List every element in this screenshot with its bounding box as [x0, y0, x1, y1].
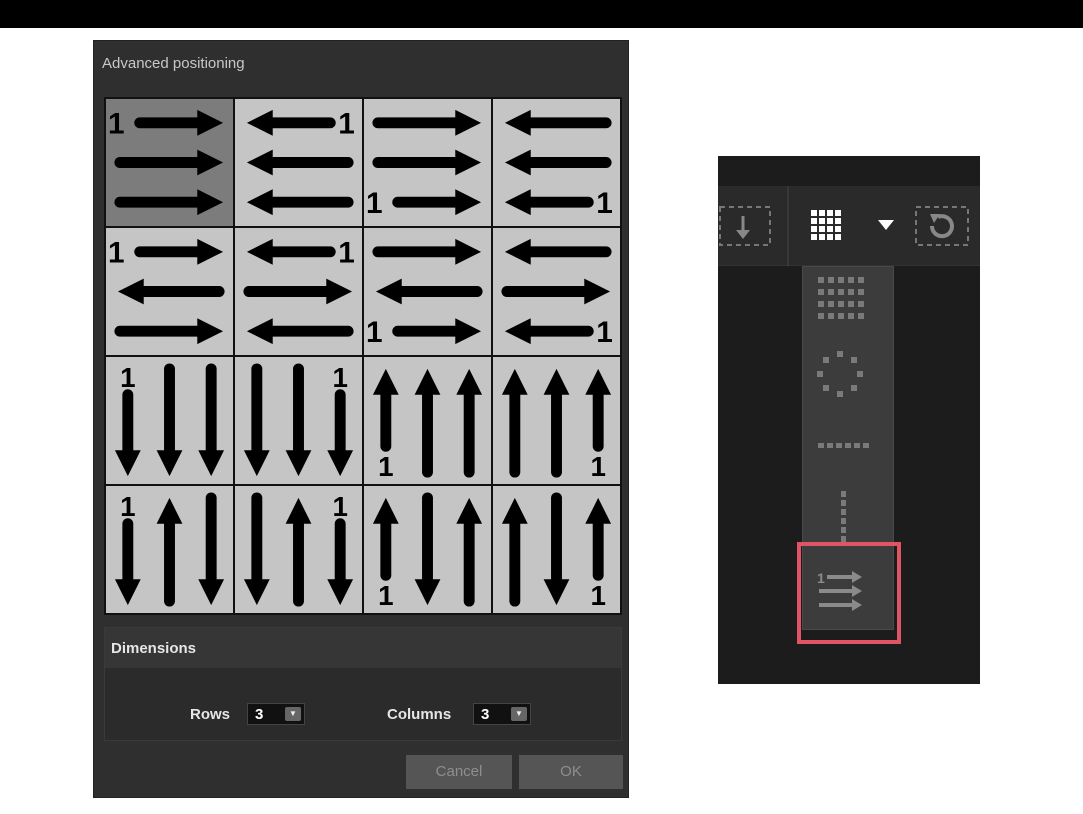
- svg-text:1: 1: [108, 237, 125, 270]
- columns-value: 3: [481, 706, 490, 723]
- highlight-box: [797, 542, 901, 644]
- chevron-down-icon[interactable]: ▼: [511, 707, 527, 721]
- ordering-arrows-icon: 1: [108, 237, 225, 345]
- svg-text:1: 1: [338, 108, 355, 141]
- ordering-pattern-grid: 1111111111111111: [104, 97, 622, 615]
- ordering-arrows-icon: 1: [243, 362, 354, 477]
- ordering-pattern-cell[interactable]: 1: [493, 228, 620, 355]
- ordering-arrows-icon: 1: [372, 368, 483, 482]
- ordering-pattern-cell[interactable]: 1: [106, 228, 233, 355]
- ok-button[interactable]: OK: [519, 755, 623, 789]
- ordering-arrows-icon: 1: [108, 108, 224, 216]
- svg-text:1: 1: [366, 187, 383, 220]
- svg-text:1: 1: [332, 362, 347, 393]
- ordering-arrows-icon: 1: [114, 362, 225, 477]
- ordering-pattern-cell[interactable]: 1: [364, 357, 491, 484]
- ordering-pattern-cell[interactable]: 1: [364, 99, 491, 226]
- ordering-pattern-cell[interactable]: 1: [493, 486, 620, 613]
- svg-text:1: 1: [120, 491, 135, 522]
- columns-select[interactable]: 3 ▼: [473, 703, 531, 725]
- ordering-pattern-cell[interactable]: 1: [106, 357, 233, 484]
- rows-select[interactable]: 3 ▼: [247, 703, 305, 725]
- ordering-pattern-cell[interactable]: 1: [235, 486, 362, 613]
- reset-icon[interactable]: [915, 206, 969, 246]
- top-black-bar: [0, 0, 1083, 28]
- grid-layout-icon[interactable]: [810, 209, 844, 243]
- ordering-arrows-icon: 1: [504, 109, 613, 220]
- ordering-pattern-cell[interactable]: 1: [106, 99, 233, 226]
- advanced-positioning-dialog: Advanced positioning 1111111111111111 Di…: [93, 40, 629, 798]
- svg-text:1: 1: [596, 316, 613, 349]
- ordering-pattern-cell[interactable]: 1: [493, 357, 620, 484]
- panel-toolbar: [718, 186, 980, 266]
- ordering-arrows-icon: 1: [243, 237, 355, 345]
- chevron-down-icon[interactable]: ▼: [285, 707, 301, 721]
- ordering-arrows-icon: 1: [114, 491, 225, 607]
- rows-value: 3: [255, 706, 264, 723]
- ordering-arrows-icon: 1: [366, 109, 482, 220]
- ordering-arrows-icon: 1: [366, 238, 483, 349]
- svg-text:1: 1: [596, 187, 613, 220]
- ordering-pattern-cell[interactable]: 1: [235, 228, 362, 355]
- download-icon[interactable]: [719, 206, 771, 246]
- line-horizontal-icon[interactable]: [818, 443, 869, 448]
- grid-layout-icon[interactable]: [818, 277, 864, 319]
- ordering-pattern-cell[interactable]: 1: [493, 99, 620, 226]
- ordering-pattern-cell[interactable]: 1: [364, 228, 491, 355]
- ordering-arrows-icon: 1: [372, 492, 483, 611]
- line-vertical-icon[interactable]: [841, 491, 846, 542]
- ordering-arrows-icon: 1: [501, 238, 613, 349]
- ordering-pattern-cell[interactable]: 1: [106, 486, 233, 613]
- svg-text:1: 1: [378, 451, 393, 482]
- svg-text:1: 1: [590, 580, 605, 611]
- svg-text:1: 1: [378, 580, 393, 611]
- cancel-button[interactable]: Cancel: [406, 755, 512, 789]
- dropdown-arrow-icon[interactable]: [878, 220, 894, 230]
- svg-text:1: 1: [108, 108, 125, 141]
- ordering-arrows-icon: 1: [243, 491, 354, 607]
- svg-text:1: 1: [590, 451, 605, 482]
- dimensions-header: Dimensions: [105, 628, 621, 668]
- columns-label: Columns: [387, 706, 452, 723]
- svg-text:1: 1: [332, 491, 347, 522]
- circle-layout-icon[interactable]: [817, 351, 863, 397]
- svg-text:1: 1: [338, 237, 355, 270]
- ordering-arrows-icon: 1: [501, 492, 612, 611]
- ordering-arrows-icon: 1: [246, 108, 355, 216]
- svg-text:1: 1: [120, 362, 135, 393]
- rows-label: Rows: [190, 706, 231, 723]
- svg-text:1: 1: [366, 316, 383, 349]
- ordering-pattern-cell[interactable]: 1: [235, 357, 362, 484]
- dialog-title: Advanced positioning: [102, 55, 245, 72]
- ordering-pattern-cell[interactable]: 1: [364, 486, 491, 613]
- dimensions-section: Dimensions Rows 3 ▼ Columns 3 ▼: [104, 627, 622, 741]
- ordering-arrows-icon: 1: [501, 368, 612, 482]
- ordering-pattern-cell[interactable]: 1: [235, 99, 362, 226]
- layout-toolbar-panel: 1: [718, 156, 980, 684]
